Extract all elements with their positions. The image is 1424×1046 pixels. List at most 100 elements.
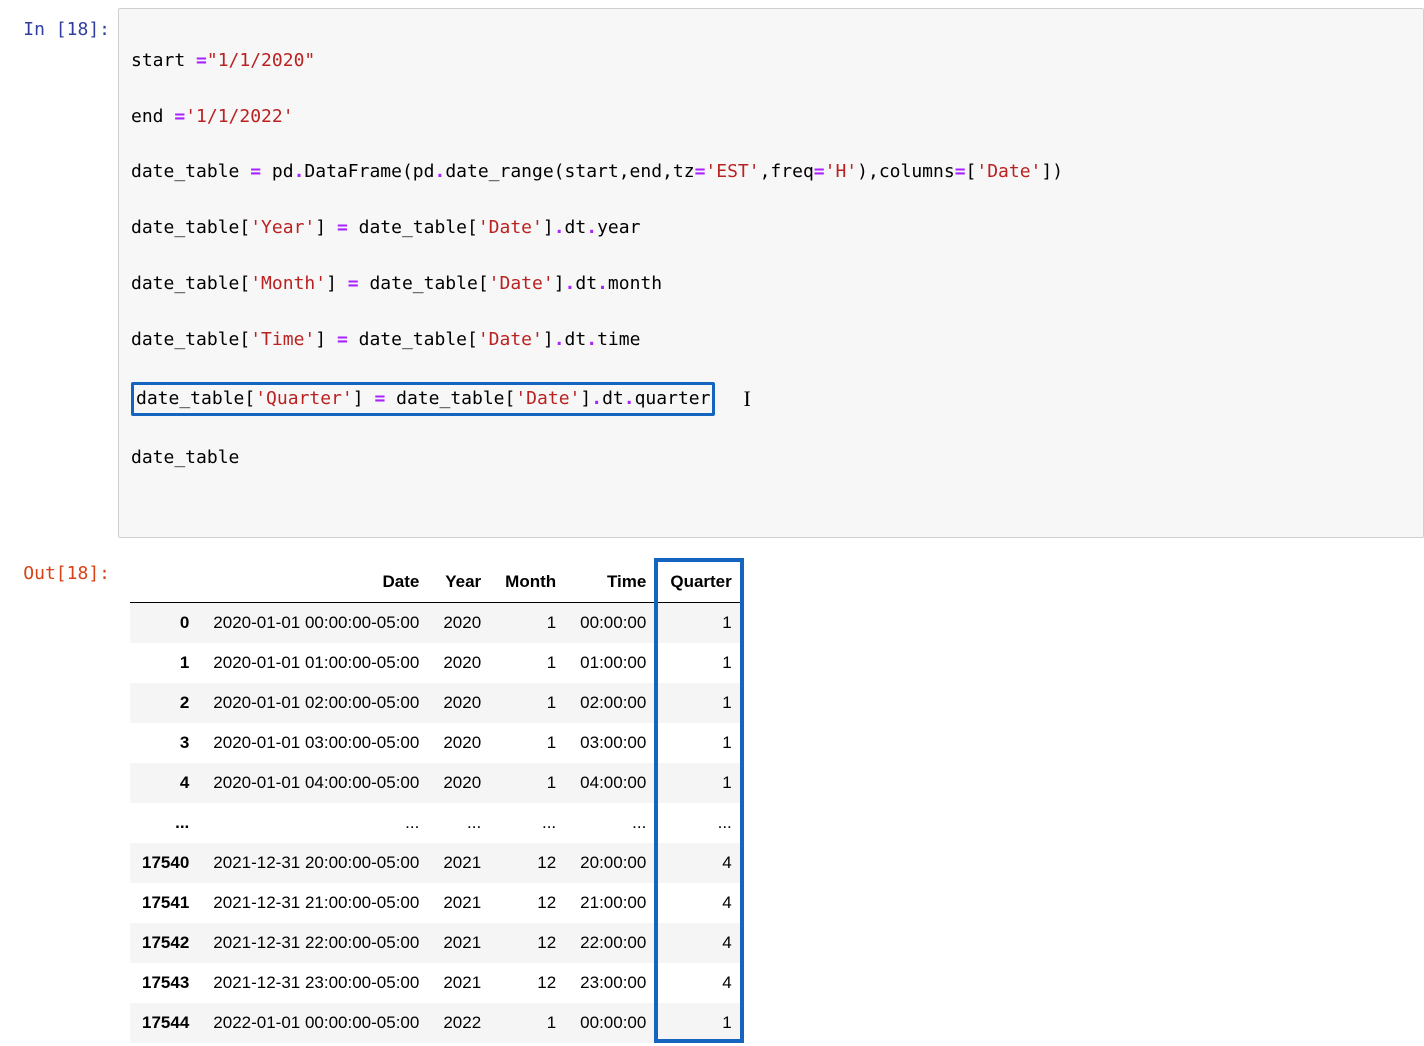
cell-date: 2020-01-01 00:00:00-05:00 bbox=[201, 603, 431, 644]
row-index: 17543 bbox=[130, 963, 201, 1003]
cell-date: 2020-01-01 03:00:00-05:00 bbox=[201, 723, 431, 763]
cell-quarter: 4 bbox=[658, 843, 743, 883]
cell-quarter: 4 bbox=[658, 963, 743, 1003]
cell-date: 2021-12-31 22:00:00-05:00 bbox=[201, 923, 431, 963]
table-row: 175422021-12-31 22:00:00-05:0020211222:0… bbox=[130, 923, 744, 963]
table-row: 175442022-01-01 00:00:00-05:002022100:00… bbox=[130, 1003, 744, 1043]
in-prompt: In [18]: bbox=[0, 8, 118, 41]
cell-quarter: 1 bbox=[658, 683, 743, 723]
cell-time: ... bbox=[568, 803, 658, 843]
col-year: Year bbox=[431, 562, 493, 603]
cell-month: ... bbox=[493, 803, 568, 843]
code-line-7[interactable]: date_table['Quarter'] = date_table['Date… bbox=[131, 382, 1411, 416]
code-line-4[interactable]: date_table['Year'] = date_table['Date'].… bbox=[131, 214, 1411, 242]
row-index: 4 bbox=[130, 763, 201, 803]
row-index: 3 bbox=[130, 723, 201, 763]
row-index: ... bbox=[130, 803, 201, 843]
row-index: 17542 bbox=[130, 923, 201, 963]
cell-quarter: 4 bbox=[658, 883, 743, 923]
cell-quarter: 1 bbox=[658, 643, 743, 683]
cell-year: ... bbox=[431, 803, 493, 843]
row-index: 0 bbox=[130, 603, 201, 644]
cell-date: 2020-01-01 01:00:00-05:00 bbox=[201, 643, 431, 683]
cell-month: 1 bbox=[493, 1003, 568, 1043]
cell-time: 22:00:00 bbox=[568, 923, 658, 963]
cell-month: 1 bbox=[493, 723, 568, 763]
cell-time: 00:00:00 bbox=[568, 603, 658, 644]
col-index bbox=[130, 562, 201, 603]
table-row: 22020-01-01 02:00:00-05:002020102:00:001 bbox=[130, 683, 744, 723]
table-row: .................. bbox=[130, 803, 744, 843]
cell-time: 20:00:00 bbox=[568, 843, 658, 883]
out-prompt: Out[18]: bbox=[0, 552, 118, 585]
cell-quarter: 4 bbox=[658, 923, 743, 963]
table-row: 12020-01-01 01:00:00-05:002020101:00:001 bbox=[130, 643, 744, 683]
input-cell: In [18]: start ="1/1/2020" end ='1/1/202… bbox=[0, 8, 1424, 538]
cell-quarter: 1 bbox=[658, 603, 743, 644]
cell-year: 2020 bbox=[431, 643, 493, 683]
notebook: In [18]: start ="1/1/2020" end ='1/1/202… bbox=[0, 0, 1424, 1046]
cell-date: ... bbox=[201, 803, 431, 843]
code-line-5[interactable]: date_table['Month'] = date_table['Date']… bbox=[131, 270, 1411, 298]
output-cell: Out[18]: Date Year Month Time Quarter bbox=[0, 552, 1424, 1046]
code-line-2[interactable]: end ='1/1/2022' bbox=[131, 103, 1411, 131]
table-header-row: Date Year Month Time Quarter bbox=[130, 562, 744, 603]
cell-time: 03:00:00 bbox=[568, 723, 658, 763]
cell-quarter: 1 bbox=[658, 723, 743, 763]
row-index: 17541 bbox=[130, 883, 201, 923]
cell-date: 2021-12-31 23:00:00-05:00 bbox=[201, 963, 431, 1003]
col-quarter: Quarter bbox=[658, 562, 743, 603]
cell-month: 1 bbox=[493, 603, 568, 644]
cell-time: 21:00:00 bbox=[568, 883, 658, 923]
cell-quarter: 1 bbox=[658, 763, 743, 803]
code-line-6[interactable]: date_table['Time'] = date_table['Date'].… bbox=[131, 326, 1411, 354]
cell-year: 2021 bbox=[431, 923, 493, 963]
cell-time: 02:00:00 bbox=[568, 683, 658, 723]
row-index: 2 bbox=[130, 683, 201, 723]
cell-year: 2021 bbox=[431, 963, 493, 1003]
table-row: 175402021-12-31 20:00:00-05:0020211220:0… bbox=[130, 843, 744, 883]
row-index: 17540 bbox=[130, 843, 201, 883]
table-row: 175412021-12-31 21:00:00-05:0020211221:0… bbox=[130, 883, 744, 923]
output-area: Date Year Month Time Quarter 02020-01-01… bbox=[118, 552, 1424, 1046]
cell-quarter: 1 bbox=[658, 1003, 743, 1043]
cell-month: 12 bbox=[493, 883, 568, 923]
row-index: 1 bbox=[130, 643, 201, 683]
table-row: 42020-01-01 04:00:00-05:002020104:00:001 bbox=[130, 763, 744, 803]
table-row: 175432021-12-31 23:00:00-05:0020211223:0… bbox=[130, 963, 744, 1003]
cell-month: 12 bbox=[493, 923, 568, 963]
dataframe-table: Date Year Month Time Quarter 02020-01-01… bbox=[130, 562, 744, 1043]
cell-time: 00:00:00 bbox=[568, 1003, 658, 1043]
code-line-8[interactable]: date_table bbox=[131, 444, 1411, 472]
cell-quarter: ... bbox=[658, 803, 743, 843]
cell-month: 1 bbox=[493, 763, 568, 803]
cell-time: 01:00:00 bbox=[568, 643, 658, 683]
cell-year: 2021 bbox=[431, 883, 493, 923]
table-row: 02020-01-01 00:00:00-05:002020100:00:001 bbox=[130, 603, 744, 644]
cell-year: 2020 bbox=[431, 723, 493, 763]
cell-date: 2021-12-31 20:00:00-05:00 bbox=[201, 843, 431, 883]
cell-month: 12 bbox=[493, 843, 568, 883]
code-line-1[interactable]: start ="1/1/2020" bbox=[131, 47, 1411, 75]
cell-year: 2022 bbox=[431, 1003, 493, 1043]
cell-date: 2022-01-01 00:00:00-05:00 bbox=[201, 1003, 431, 1043]
cell-month: 12 bbox=[493, 963, 568, 1003]
table-row: 32020-01-01 03:00:00-05:002020103:00:001 bbox=[130, 723, 744, 763]
col-month: Month bbox=[493, 562, 568, 603]
cell-year: 2021 bbox=[431, 843, 493, 883]
dataframe-wrap: Date Year Month Time Quarter 02020-01-01… bbox=[130, 562, 744, 1043]
code-editor[interactable]: start ="1/1/2020" end ='1/1/2022' date_t… bbox=[118, 8, 1424, 538]
cell-time: 23:00:00 bbox=[568, 963, 658, 1003]
cell-month: 1 bbox=[493, 643, 568, 683]
cell-year: 2020 bbox=[431, 683, 493, 723]
cell-date: 2021-12-31 21:00:00-05:00 bbox=[201, 883, 431, 923]
cell-time: 04:00:00 bbox=[568, 763, 658, 803]
cell-year: 2020 bbox=[431, 603, 493, 644]
cell-month: 1 bbox=[493, 683, 568, 723]
cell-date: 2020-01-01 04:00:00-05:00 bbox=[201, 763, 431, 803]
highlight-box-code: date_table['Quarter'] = date_table['Date… bbox=[131, 382, 715, 416]
code-line-3[interactable]: date_table = pd.DataFrame(pd.date_range(… bbox=[131, 158, 1411, 186]
col-time: Time bbox=[568, 562, 658, 603]
cell-date: 2020-01-01 02:00:00-05:00 bbox=[201, 683, 431, 723]
row-index: 17544 bbox=[130, 1003, 201, 1043]
